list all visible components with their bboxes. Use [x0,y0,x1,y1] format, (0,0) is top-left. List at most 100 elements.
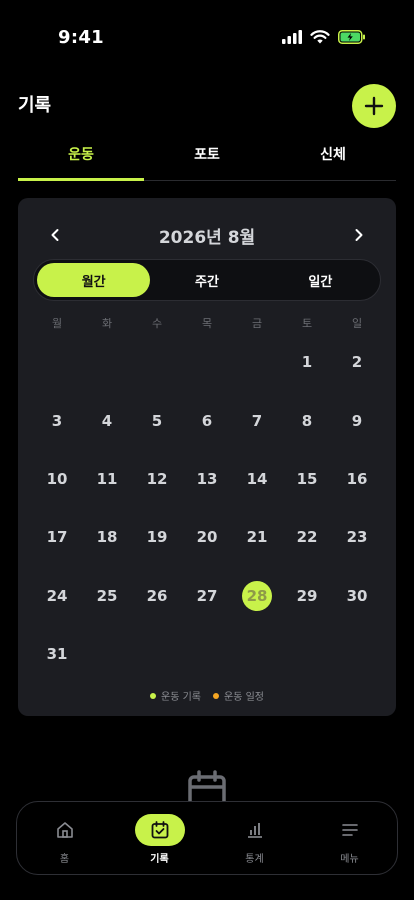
calendar-day[interactable]: 13 [182,450,232,508]
calendar-day[interactable]: 5 [132,391,182,449]
calendar-day-number: 1 [301,353,313,372]
weekday-label: 수 [151,317,163,330]
calendar-day[interactable]: 27 [182,567,232,625]
calendar-day[interactable]: 20 [182,508,232,566]
home-icon [56,822,73,838]
calendar-day-number: 16 [346,469,368,488]
calendar-day[interactable]: 14 [232,450,282,508]
weekday-label: 월 [51,317,63,330]
calendar-day[interactable]: 15 [282,450,332,508]
month-navigation: 2026년 8월 [18,222,396,248]
calendar-day[interactable]: 18 [82,508,132,566]
calendar-day-number: 12 [146,469,168,488]
bar-chart-icon [247,823,262,838]
weekday-label: 화 [101,317,113,330]
calendar-day-number: 6 [201,411,213,430]
view-weekly[interactable]: 주간 [150,263,263,297]
calendar-day-number: 15 [296,469,318,488]
calendar-day[interactable]: 2 [332,333,382,391]
calendar-day-number: 5 [151,411,163,430]
calendar-day[interactable]: 31 [32,625,82,683]
month-title: 2026년 8월 [158,228,256,248]
calendar-day[interactable]: 25 [82,567,132,625]
calendar-day[interactable]: 11 [82,450,132,508]
nav-home[interactable]: 홈 [17,802,112,874]
calendar-grid: 1 2 3 4 5 6 7 8 9 10 11 12 13 14 15 16 17 18 19 20 21 22 23 24 2… [32,333,382,683]
calendar-day-number: 26 [146,586,168,605]
calendar-legend: 운동 기록 운동 일정 [18,688,396,703]
calendar-day[interactable]: 9 [332,391,382,449]
calendar-day[interactable]: 29 [282,567,332,625]
calendar-day[interactable]: 1 [282,333,332,391]
calendar-day[interactable]: 21 [232,508,282,566]
calendar-check-icon-wrap [134,814,185,846]
view-daily[interactable]: 일간 [264,263,377,297]
menu-icon-wrap [325,814,375,846]
calendar-day[interactable]: 19 [132,508,182,566]
calendar-day[interactable]: 26 [132,567,182,625]
calendar-day[interactable]: 3 [32,391,82,449]
chevron-right-icon [355,229,363,241]
calendar-day-number: 4 [101,411,113,430]
calendar-day[interactable]: 4 [82,391,132,449]
nav-menu[interactable]: 메뉴 [302,802,397,874]
calendar-day[interactable]: 6 [182,391,232,449]
calendar-empty-cell [32,333,82,391]
calendar-day[interactable]: 22 [282,508,332,566]
nav-record[interactable]: 기록 [112,802,207,874]
calendar-day-number: 29 [296,586,318,605]
nav-label: 기록 [150,854,169,865]
calendar-day-number: 30 [346,586,368,605]
calendar-day-number: 27 [196,586,218,605]
bottom-navigation: 홈 기록 통계 메뉴 [16,801,398,875]
calendar-day[interactable]: 7 [232,391,282,449]
weekday-label: 일 [351,317,363,330]
calendar-day[interactable]: 16 [332,450,382,508]
legend-item: 운동 기록 [150,688,201,703]
calendar-day[interactable]: 10 [32,450,82,508]
calendar-empty-cell [182,333,232,391]
next-month-button[interactable] [346,222,372,248]
weekday-label: 토 [301,317,313,330]
menu-icon [341,824,358,836]
calendar-day-number: 14 [246,469,268,488]
calendar-day-number: 3 [51,411,63,430]
calendar-day-selected[interactable]: 28 [232,567,282,625]
calendar-day-number: 7 [251,411,263,430]
record-tabs: 운동 포토 신체 [18,138,396,181]
tab-photo[interactable]: 포토 [144,138,270,180]
calendar-day-number: 10 [46,469,68,488]
calendar-day-number: 28 [242,580,272,611]
calendar-day-number: 19 [146,528,168,547]
nav-stats[interactable]: 통계 [207,802,302,874]
legend-dot-record [150,692,157,699]
calendar-day[interactable]: 8 [282,391,332,449]
tab-body[interactable]: 신체 [270,138,396,180]
weekday-label: 목 [201,317,213,330]
page-title: 기록 [18,95,52,116]
battery-icon [338,30,365,44]
home-icon-wrap [40,814,90,846]
calendar-empty-cell [82,333,132,391]
add-button[interactable] [352,84,396,128]
calendar-day[interactable]: 24 [32,567,82,625]
plus-icon [364,96,384,116]
calendar-day[interactable]: 17 [32,508,82,566]
calendar-day[interactable]: 23 [332,508,382,566]
tab-exercise[interactable]: 운동 [18,138,144,181]
calendar-day-number: 20 [196,528,218,547]
calendar-day-number: 13 [196,469,218,488]
legend-label: 운동 일정 [224,692,264,703]
calendar-empty-cell [132,333,182,391]
calendar-day[interactable]: 30 [332,567,382,625]
calendar-day-number: 25 [96,586,118,605]
calendar-day-number: 31 [46,645,68,664]
calendar-check-icon [151,821,168,839]
calendar-day[interactable]: 12 [132,450,182,508]
nav-label: 메뉴 [340,854,359,865]
bar-chart-icon-wrap [230,814,280,846]
view-monthly[interactable]: 월간 [37,263,151,297]
calendar-day-number: 9 [351,411,363,430]
calendar-empty-cell [232,333,282,391]
weekday-label: 금 [251,317,263,330]
